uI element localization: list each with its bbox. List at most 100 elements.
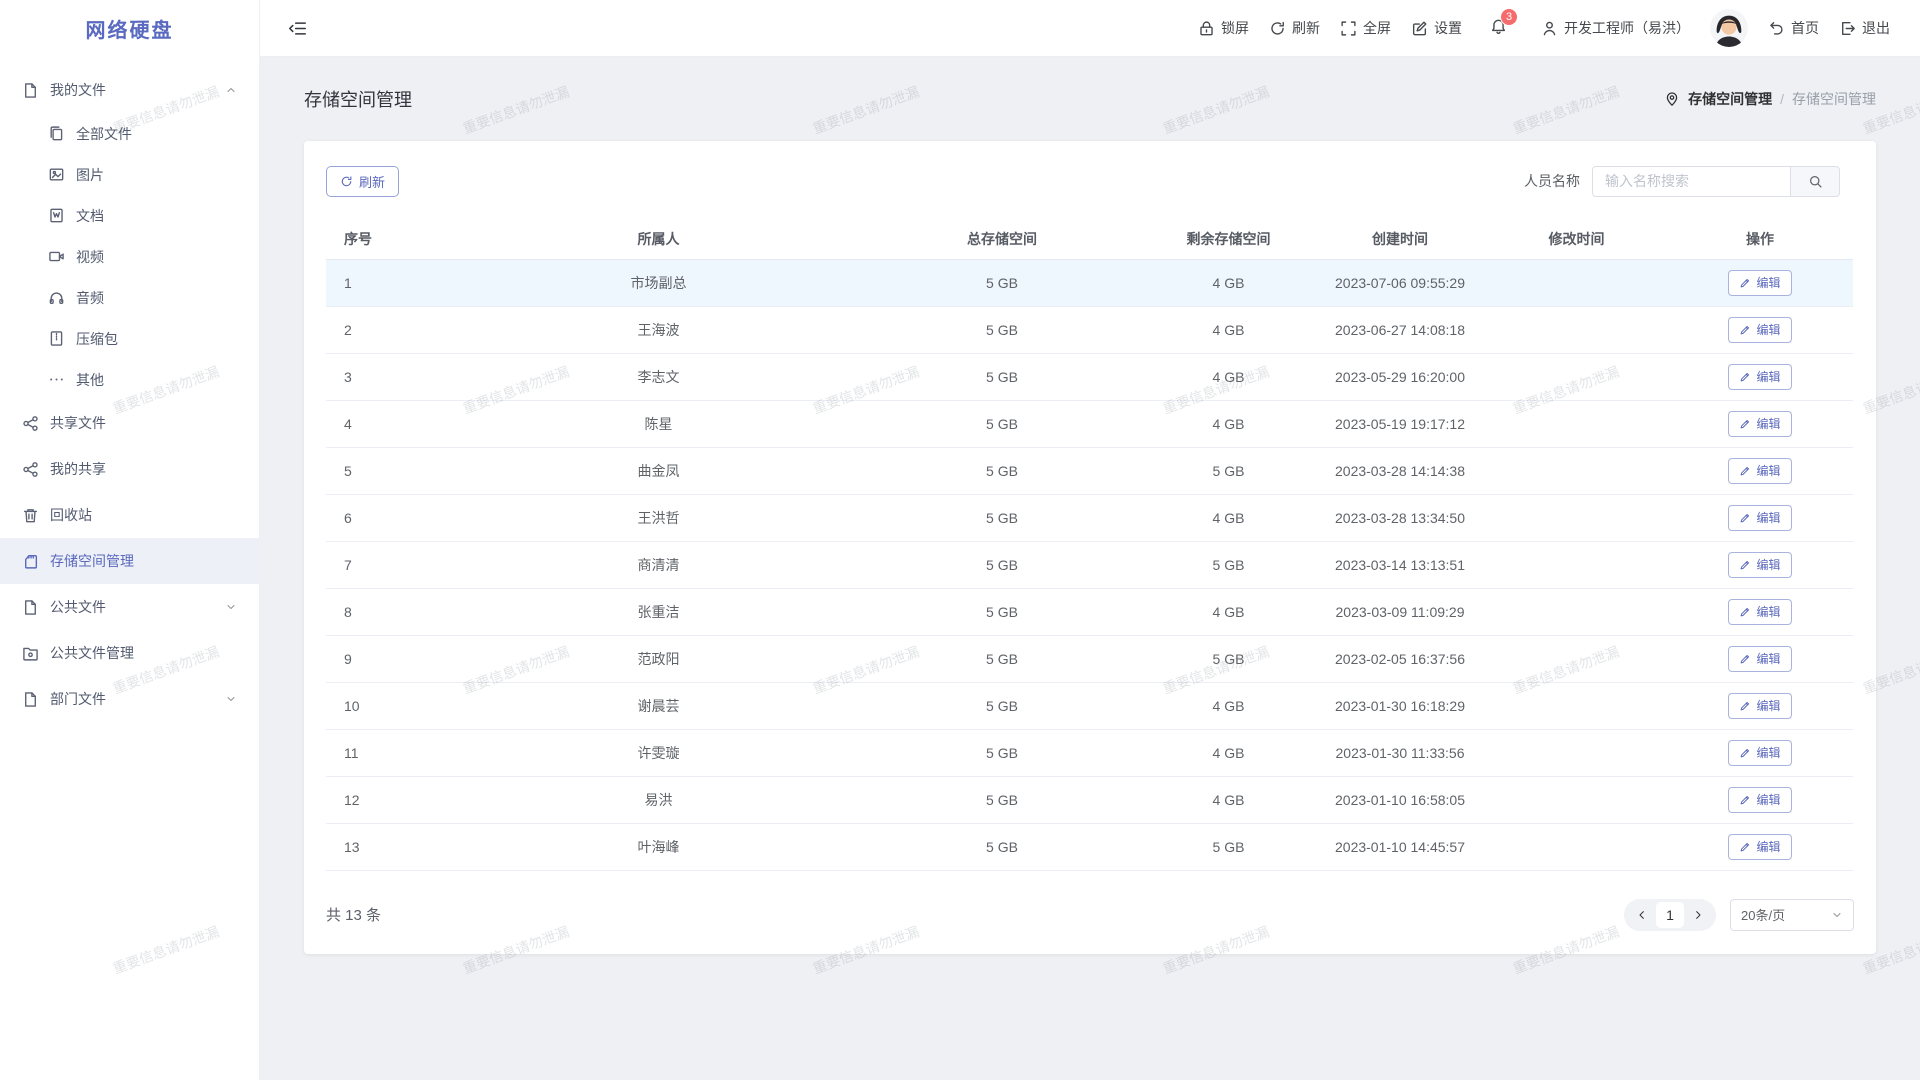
cell-actions: 编辑 xyxy=(1667,729,1853,776)
edit-button[interactable]: 编辑 xyxy=(1728,834,1791,860)
sidebar-item-label: 文档 xyxy=(76,206,237,226)
more-icon xyxy=(48,371,65,388)
edit-button[interactable]: 编辑 xyxy=(1728,317,1791,343)
next-page-button[interactable] xyxy=(1688,905,1708,925)
table-row: 4陈星5 GB4 GB2023-05-19 19:17:12编辑 xyxy=(326,400,1853,447)
sidebar-item-label: 我的文件 xyxy=(50,80,225,100)
sidebar-item-压缩包[interactable]: 压缩包 xyxy=(0,318,259,359)
cell-created-time: 2023-05-29 16:20:00 xyxy=(1314,353,1486,400)
sidebar-item-文档[interactable]: 文档 xyxy=(0,195,259,236)
edit-button[interactable]: 编辑 xyxy=(1728,646,1791,672)
sidebar-item-label: 压缩包 xyxy=(76,329,237,349)
fullscreen-button[interactable]: 全屏 xyxy=(1340,18,1391,38)
home-button[interactable]: 首页 xyxy=(1768,18,1819,38)
sidebar-item-label: 公共文件管理 xyxy=(50,643,237,663)
collapse-sidebar-icon[interactable] xyxy=(288,19,307,38)
edit-button[interactable]: 编辑 xyxy=(1728,740,1791,766)
trash-icon xyxy=(22,507,39,524)
cell-index: 5 xyxy=(326,447,456,494)
cell-created-time: 2023-03-28 13:34:50 xyxy=(1314,494,1486,541)
edit-button[interactable]: 编辑 xyxy=(1728,411,1791,437)
breadcrumb-root[interactable]: 存储空间管理 xyxy=(1688,89,1772,109)
sidebar-item-全部文件[interactable]: 全部文件 xyxy=(0,113,259,154)
document-icon xyxy=(22,82,39,99)
files-icon xyxy=(48,125,65,142)
lock-screen-button[interactable]: 锁屏 xyxy=(1198,18,1249,38)
search-button[interactable] xyxy=(1790,166,1840,197)
avatar[interactable] xyxy=(1710,9,1748,47)
cell-remaining-storage: 4 GB xyxy=(1143,494,1314,541)
sidebar-item-我的文件[interactable]: 我的文件 xyxy=(0,67,259,113)
search-icon xyxy=(1808,174,1823,189)
user-menu[interactable]: 开发工程师（易洪） xyxy=(1541,18,1690,38)
edit-button[interactable]: 编辑 xyxy=(1728,693,1791,719)
sidebar: 网络硬盘 我的文件全部文件图片文档视频音频压缩包其他共享文件我的共享回收站存储空… xyxy=(0,0,260,1080)
edit-button[interactable]: 编辑 xyxy=(1728,599,1791,625)
sidebar-item-公共文件管理[interactable]: 公共文件管理 xyxy=(0,630,259,676)
edit-button[interactable]: 编辑 xyxy=(1728,270,1791,296)
cell-actions: 编辑 xyxy=(1667,635,1853,682)
sidebar-item-存储空间管理[interactable]: 存储空间管理 xyxy=(0,538,259,584)
sidebar-item-共享文件[interactable]: 共享文件 xyxy=(0,400,259,446)
sidebar-item-音频[interactable]: 音频 xyxy=(0,277,259,318)
table-toolbar: 刷新 人员名称 xyxy=(326,165,1854,197)
settings-button[interactable]: 设置 xyxy=(1411,18,1462,38)
cell-index: 8 xyxy=(326,588,456,635)
sidebar-menu: 我的文件全部文件图片文档视频音频压缩包其他共享文件我的共享回收站存储空间管理公共… xyxy=(0,57,259,722)
sidebar-item-label: 我的共享 xyxy=(50,459,237,479)
cell-modified-time xyxy=(1486,400,1667,447)
chevron-down-icon xyxy=(225,601,237,613)
cell-remaining-storage: 5 GB xyxy=(1143,823,1314,870)
topbar-actions: 锁屏刷新全屏设置 3 开发工程师（易洪） 首页 退出 xyxy=(1198,9,1890,47)
edit-icon xyxy=(1739,700,1751,712)
cell-remaining-storage: 4 GB xyxy=(1143,682,1314,729)
edit-button-label: 编辑 xyxy=(1756,462,1780,479)
notifications-button[interactable]: 3 xyxy=(1490,18,1507,38)
sidebar-item-我的共享[interactable]: 我的共享 xyxy=(0,446,259,492)
edit-icon xyxy=(1739,465,1751,477)
edit-icon xyxy=(1739,371,1751,383)
edit-button[interactable]: 编辑 xyxy=(1728,458,1791,484)
edit-button[interactable]: 编辑 xyxy=(1728,505,1791,531)
sidebar-item-label: 存储空间管理 xyxy=(50,551,237,571)
edit-button[interactable]: 编辑 xyxy=(1728,364,1791,390)
cell-modified-time xyxy=(1486,447,1667,494)
cell-index: 1 xyxy=(326,259,456,306)
sidebar-item-回收站[interactable]: 回收站 xyxy=(0,492,259,538)
edit-button[interactable]: 编辑 xyxy=(1728,787,1791,813)
table-row: 12易洪5 GB4 GB2023-01-10 16:58:05编辑 xyxy=(326,776,1853,823)
table-row: 7商清清5 GB5 GB2023-03-14 13:13:51编辑 xyxy=(326,541,1853,588)
sidebar-item-label: 图片 xyxy=(76,165,237,185)
cell-total-storage: 5 GB xyxy=(861,306,1143,353)
edit-button-label: 编辑 xyxy=(1756,744,1780,761)
cell-total-storage: 5 GB xyxy=(861,494,1143,541)
settings-icon xyxy=(1411,20,1428,37)
current-page[interactable]: 1 xyxy=(1656,902,1684,928)
chevron-right-icon xyxy=(1692,909,1704,921)
sidebar-item-视频[interactable]: 视频 xyxy=(0,236,259,277)
edit-button-label: 编辑 xyxy=(1756,368,1780,385)
sidebar-item-图片[interactable]: 图片 xyxy=(0,154,259,195)
search-input[interactable] xyxy=(1592,166,1790,197)
table-row: 10谢晨芸5 GB4 GB2023-01-30 16:18:29编辑 xyxy=(326,682,1853,729)
edit-button[interactable]: 编辑 xyxy=(1728,552,1791,578)
sidebar-item-label: 视频 xyxy=(76,247,237,267)
logout-label: 退出 xyxy=(1862,18,1890,38)
cell-total-storage: 5 GB xyxy=(861,635,1143,682)
sidebar-item-公共文件[interactable]: 公共文件 xyxy=(0,584,259,630)
refresh-button[interactable]: 刷新 xyxy=(1269,18,1320,38)
cell-modified-time xyxy=(1486,776,1667,823)
search-label: 人员名称 xyxy=(1524,171,1580,191)
cell-owner: 张重洁 xyxy=(456,588,861,635)
doc-icon xyxy=(48,207,65,224)
main-content: 存储空间管理 存储空间管理 / 存储空间管理 刷新 人员名称 xyxy=(260,57,1920,1080)
edit-icon xyxy=(1739,653,1751,665)
sidebar-item-部门文件[interactable]: 部门文件 xyxy=(0,676,259,722)
prev-page-button[interactable] xyxy=(1632,905,1652,925)
page-size-select[interactable]: 20条/页 xyxy=(1730,899,1854,931)
logout-button[interactable]: 退出 xyxy=(1839,18,1890,38)
sidebar-item-其他[interactable]: 其他 xyxy=(0,359,259,400)
cell-index: 9 xyxy=(326,635,456,682)
refresh-button[interactable]: 刷新 xyxy=(326,166,399,197)
cell-modified-time xyxy=(1486,494,1667,541)
